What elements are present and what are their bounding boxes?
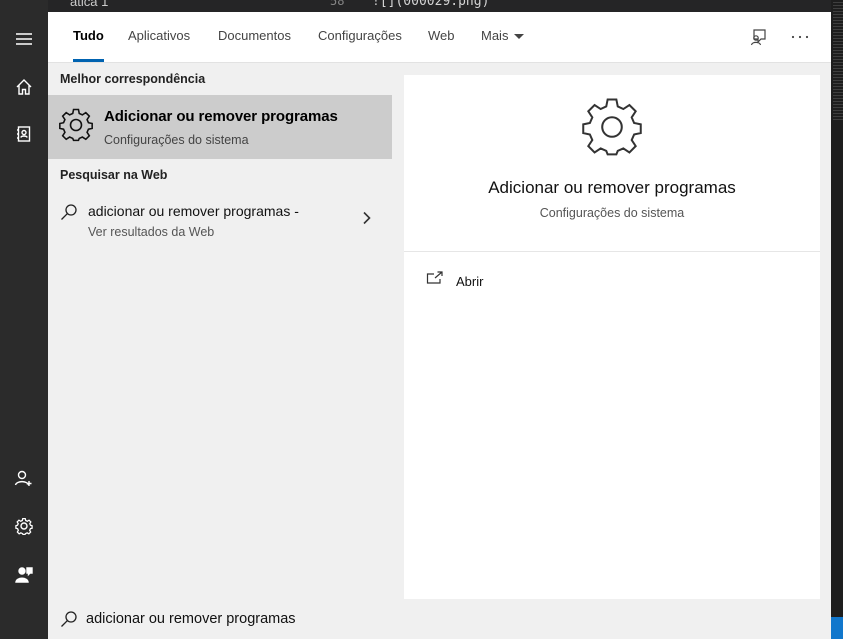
web-result-subtitle: Ver resultados da Web	[88, 225, 215, 239]
chevron-down-icon	[514, 34, 525, 40]
open-external-icon	[426, 271, 444, 292]
web-result-title: adicionar ou remover programas -	[88, 203, 299, 219]
search-input[interactable]	[86, 607, 586, 631]
best-match-item[interactable]: Adicionar ou remover programas Configura…	[48, 95, 392, 159]
results-list: Melhor correspondência Adicionar ou remo…	[48, 63, 392, 599]
best-match-subtitle: Configurações do sistema	[104, 133, 249, 147]
gear-icon	[580, 95, 644, 164]
tab-settings[interactable]: Configurações	[318, 12, 402, 62]
chevron-right-icon[interactable]	[362, 211, 372, 230]
background-line-number: 58	[330, 0, 345, 8]
tab-all[interactable]: Tudo	[73, 12, 104, 62]
background-editor-tab: ática 1	[70, 0, 109, 9]
best-match-header: Melhor correspondência	[60, 72, 206, 86]
tab-apps[interactable]: Aplicativos	[128, 12, 190, 62]
feedback-icon	[750, 29, 766, 46]
background-editor-strip: ática 1 58 ![](000029.png)	[0, 0, 843, 12]
background-editor-right	[831, 0, 843, 639]
notebook-icon[interactable]	[0, 114, 48, 154]
background-code-text: ![](000029.png)	[372, 0, 490, 9]
feedback-button[interactable]	[743, 22, 773, 52]
web-result-item[interactable]: adicionar ou remover programas - Ver res…	[48, 195, 392, 251]
user-feedback-icon[interactable]	[0, 555, 48, 595]
start-left-rail	[0, 0, 48, 639]
search-panel: Tudo Aplicativos Documentos Configuraçõe…	[48, 12, 831, 639]
settings-gear-icon[interactable]	[0, 506, 48, 546]
preview-pane: Adicionar ou remover programas Configura…	[404, 75, 820, 599]
tab-more-label: Mais	[481, 28, 509, 43]
preview-title: Adicionar ou remover programas	[488, 178, 736, 197]
tab-more[interactable]: Mais	[481, 12, 525, 62]
hamburger-menu-icon[interactable]	[0, 19, 48, 59]
preview-subtitle: Configurações do sistema	[539, 206, 685, 220]
more-options-button[interactable]	[785, 22, 815, 52]
open-action[interactable]: Abrir	[426, 271, 626, 295]
search-bar	[48, 599, 831, 639]
add-user-icon[interactable]	[0, 458, 48, 498]
gear-icon	[58, 107, 94, 148]
web-search-header: Pesquisar na Web	[60, 168, 168, 182]
search-icon	[60, 610, 78, 633]
search-icon	[60, 203, 78, 226]
home-icon[interactable]	[0, 67, 48, 107]
preview-header: Adicionar ou remover programas Configura…	[404, 75, 820, 252]
background-minimap	[833, 2, 843, 122]
tab-web[interactable]: Web	[428, 12, 455, 62]
open-action-label: Abrir	[456, 274, 484, 289]
tab-documents[interactable]: Documentos	[218, 12, 291, 62]
best-match-title: Adicionar ou remover programas	[104, 108, 338, 125]
background-statusbar	[831, 617, 843, 639]
filter-tabs: Tudo Aplicativos Documentos Configuraçõe…	[48, 12, 831, 63]
ellipsis-icon	[791, 35, 809, 39]
